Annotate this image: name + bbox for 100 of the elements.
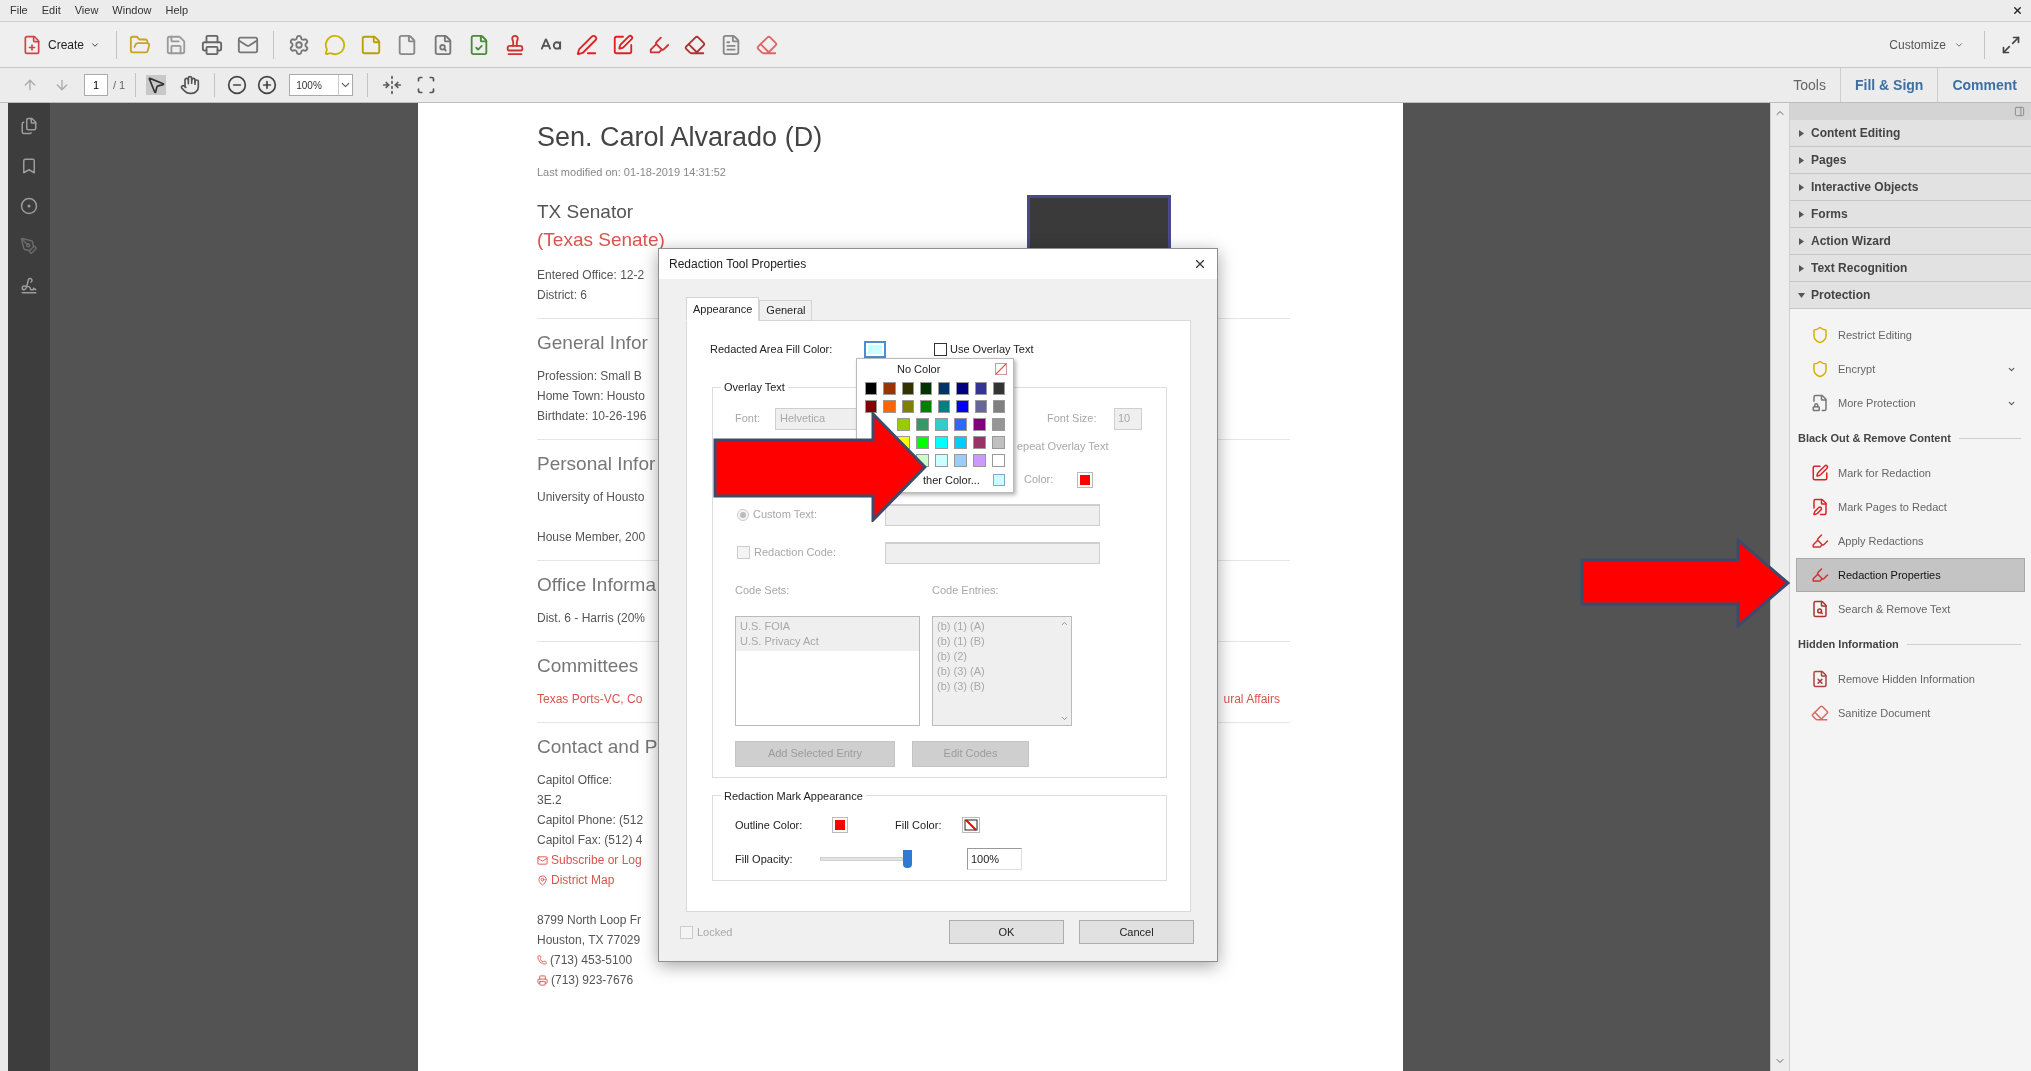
pen-icon[interactable] (20, 237, 38, 255)
panel-tool-item[interactable]: Mark Pages to Redact (1796, 490, 2025, 524)
layers-icon[interactable] (20, 197, 38, 215)
color-swatch[interactable] (865, 382, 878, 395)
page-number-field[interactable]: 1 (84, 74, 108, 96)
expand-icon[interactable] (2001, 34, 2021, 55)
panel-tool-item[interactable]: Apply Redactions (1796, 524, 2025, 558)
other-color-option[interactable]: ther Color... (923, 471, 980, 489)
close-icon[interactable] (2012, 5, 2023, 16)
color-swatch[interactable] (901, 400, 914, 413)
pages-icon[interactable] (20, 117, 38, 135)
no-color-swatch-icon[interactable] (962, 817, 980, 833)
color-swatch[interactable] (883, 400, 896, 413)
slider-thumb[interactable] (903, 850, 912, 868)
color-swatch[interactable] (954, 454, 967, 467)
color-swatch[interactable] (897, 418, 910, 431)
color-swatch[interactable] (954, 418, 967, 431)
panel-section-header[interactable]: Forms (1790, 201, 2031, 228)
color-swatch[interactable] (935, 454, 948, 467)
panel-section-header[interactable]: Interactive Objects (1790, 174, 2031, 201)
chamber-link[interactable]: (Texas Senate) (537, 226, 665, 254)
menu-item[interactable]: Help (165, 2, 189, 19)
pen-icon[interactable] (612, 33, 635, 56)
color-swatch[interactable] (954, 436, 967, 449)
color-swatch[interactable] (916, 418, 929, 431)
panel-section-header[interactable]: Content Editing (1790, 120, 2031, 147)
color-swatch[interactable] (956, 382, 969, 395)
panel-tool-item[interactable]: More Protection (1796, 386, 2025, 420)
panel-tool-item[interactable]: Encrypt (1796, 352, 2025, 386)
sticky-note-icon[interactable] (360, 33, 383, 56)
color-swatch[interactable] (901, 382, 914, 395)
folder-icon[interactable] (129, 33, 152, 56)
zoom-in-icon[interactable] (257, 75, 278, 95)
color-swatch[interactable] (992, 418, 1005, 431)
panel-tool-item[interactable]: Restrict Editing (1796, 318, 2025, 352)
color-swatch[interactable] (865, 400, 878, 413)
color-swatch[interactable] (938, 400, 951, 413)
zoom-out-icon[interactable] (227, 75, 248, 95)
color-swatch[interactable] (973, 454, 986, 467)
eraser-icon[interactable] (684, 33, 707, 56)
save-icon[interactable] (165, 33, 188, 56)
panel-tool-item[interactable]: Remove Hidden Information (1796, 662, 2025, 696)
panel-section-header[interactable]: Action Wizard (1790, 228, 2031, 255)
hand-tool-icon[interactable] (180, 75, 201, 95)
print-icon[interactable] (201, 33, 224, 56)
color-swatch[interactable] (919, 382, 932, 395)
close-icon[interactable] (1193, 257, 1207, 271)
select-tool-icon[interactable] (146, 75, 167, 95)
color-swatch[interactable] (973, 436, 986, 449)
create-button[interactable]: Create (18, 29, 105, 60)
panel-tool-item[interactable]: Search & Remove Text (1796, 592, 2025, 626)
color-swatch[interactable] (956, 400, 969, 413)
contact-link[interactable]: Subscribe or Log (551, 850, 642, 870)
signature-icon[interactable] (20, 277, 38, 295)
panel-tool-item[interactable]: Redaction Properties (1796, 558, 2025, 592)
menu-item[interactable]: File (10, 2, 28, 19)
settings-icon[interactable] (288, 33, 311, 56)
panel-section-header[interactable]: Text Recognition (1790, 255, 2031, 282)
panel-tool-item[interactable]: Mark for Redaction (1796, 456, 2025, 490)
color-swatch[interactable] (916, 436, 929, 449)
customize-button[interactable]: Customize (1885, 31, 1968, 58)
color-swatch[interactable] (938, 382, 951, 395)
contact-link[interactable]: District Map (551, 870, 615, 890)
color-swatch[interactable] (974, 400, 987, 413)
pane-tab[interactable]: Comment (1937, 68, 2031, 102)
color-swatch[interactable] (974, 382, 987, 395)
color-swatch[interactable] (919, 400, 932, 413)
color-swatch[interactable] (935, 436, 948, 449)
dialog-button[interactable]: OK (949, 920, 1064, 944)
color-swatch[interactable] (993, 474, 1005, 486)
color-swatch[interactable] (973, 418, 986, 431)
no-color-option[interactable]: No Color (897, 360, 941, 378)
dialog-button[interactable]: Cancel (1079, 920, 1194, 944)
committee-link[interactable]: ural Affairs (1223, 689, 1280, 709)
no-color-icon[interactable] (995, 363, 1007, 375)
panel-tool-item[interactable]: Sanitize Document (1796, 696, 2025, 730)
fit-page-icon[interactable] (416, 75, 437, 95)
eraser-icon[interactable] (756, 33, 779, 56)
menu-item[interactable]: Edit (41, 2, 61, 19)
dialog-tab[interactable]: Appearance (686, 297, 760, 321)
checkbox[interactable] (934, 342, 947, 356)
panel-section-header[interactable]: Protection (1790, 282, 2031, 309)
pane-tab[interactable]: Fill & Sign (1840, 68, 1938, 102)
panel-options-icon[interactable] (2014, 106, 2025, 117)
opacity-field[interactable]: 100% (967, 848, 1022, 870)
menu-item[interactable]: Window (112, 2, 152, 19)
fit-width-icon[interactable] (382, 75, 403, 95)
color-swatch[interactable] (992, 436, 1005, 449)
pane-tab[interactable]: Tools (1779, 68, 1840, 102)
committee-link[interactable]: Texas Ports-VC, Co (537, 689, 643, 709)
color-swatch[interactable] (935, 418, 948, 431)
color-swatch[interactable] (992, 454, 1005, 467)
menu-item[interactable]: View (74, 2, 99, 19)
dialog-tab[interactable]: General (759, 300, 813, 321)
color-swatch[interactable] (992, 382, 1005, 395)
outline-color-swatch[interactable] (832, 817, 848, 833)
panel-section-header[interactable]: Pages (1790, 147, 2031, 174)
color-swatch[interactable] (883, 382, 896, 395)
scrollbar[interactable] (1770, 103, 1790, 1071)
color-swatch[interactable] (992, 400, 1005, 413)
